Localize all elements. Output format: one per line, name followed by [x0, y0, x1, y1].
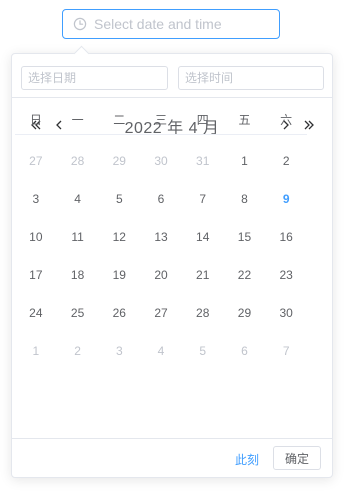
weekday-label: 二 — [113, 113, 126, 127]
calendar-week-row: 17 18 19 20 21 22 23 — [15, 256, 307, 294]
calendar-day[interactable]: 31 — [182, 142, 224, 180]
calendar-day[interactable]: 7 — [182, 180, 224, 218]
calendar-day[interactable]: 30 — [265, 294, 307, 332]
calendar-day[interactable]: 27 — [15, 142, 57, 180]
calendar-day[interactable]: 2 — [57, 332, 99, 370]
calendar-day[interactable]: 10 — [15, 218, 57, 256]
calendar-day[interactable]: 28 — [182, 294, 224, 332]
calendar-day[interactable]: 11 — [57, 218, 99, 256]
calendar-day[interactable]: 20 — [140, 256, 182, 294]
weekday-label: 三 — [155, 113, 168, 127]
calendar-day[interactable]: 18 — [57, 256, 99, 294]
date-input[interactable] — [21, 66, 168, 90]
calendar-day[interactable]: 23 — [265, 256, 307, 294]
now-button[interactable]: 此刻 — [235, 451, 259, 468]
calendar-day[interactable]: 30 — [140, 142, 182, 180]
panel-input-header — [12, 54, 332, 98]
datetime-field[interactable] — [94, 16, 274, 32]
calendar-day[interactable]: 26 — [98, 294, 140, 332]
calendar-day[interactable]: 8 — [224, 180, 266, 218]
calendar-day[interactable]: 19 — [98, 256, 140, 294]
calendar-day[interactable]: 4 — [140, 332, 182, 370]
calendar-week-row: 10 11 12 13 14 15 16 — [15, 218, 307, 256]
calendar-day[interactable]: 12 — [98, 218, 140, 256]
calendar-day[interactable]: 27 — [140, 294, 182, 332]
calendar-day[interactable]: 1 — [224, 142, 266, 180]
calendar-day[interactable]: 2 — [265, 142, 307, 180]
calendar-day[interactable]: 29 — [224, 294, 266, 332]
weekday-label: 日 — [29, 113, 42, 127]
calendar-day[interactable]: 3 — [98, 332, 140, 370]
calendar-week-row: 27 28 29 30 31 1 2 — [15, 142, 307, 180]
calendar-day-today[interactable]: 9 — [265, 180, 307, 218]
calendar-week-row: 24 25 26 27 28 29 30 — [15, 294, 307, 332]
calendar-day[interactable]: 6 — [224, 332, 266, 370]
calendar-day[interactable]: 4 — [57, 180, 99, 218]
confirm-button[interactable]: 确定 — [273, 446, 321, 470]
weekday-label: 六 — [280, 113, 293, 127]
panel-footer: 此刻 确定 — [11, 438, 333, 478]
calendar-day[interactable]: 17 — [15, 256, 57, 294]
calendar-day[interactable]: 5 — [182, 332, 224, 370]
calendar-day[interactable]: 5 — [98, 180, 140, 218]
time-input[interactable] — [178, 66, 324, 90]
calendar-week-row: 3456789 — [15, 180, 307, 218]
calendar-day[interactable]: 25 — [57, 294, 99, 332]
calendar-day[interactable]: 28 — [57, 142, 99, 180]
calendar-week-row: 1234567 — [15, 332, 307, 370]
calendar-day-grid: 27 28 29 30 31 1 2 3 4 5 6 7 8 9 10 11 12 13 14 15 16 17 18 19 2… — [15, 142, 307, 370]
calendar-day[interactable]: 29 — [98, 142, 140, 180]
calendar-day[interactable]: 14 — [182, 218, 224, 256]
calendar-day[interactable]: 13 — [140, 218, 182, 256]
datetime-picker-input[interactable] — [62, 9, 280, 39]
clock-icon — [73, 17, 87, 31]
weekday-label: 一 — [71, 113, 84, 127]
calendar-day[interactable]: 24 — [15, 294, 57, 332]
calendar-day[interactable]: 6 — [140, 180, 182, 218]
calendar-day[interactable]: 15 — [224, 218, 266, 256]
calendar-day[interactable]: 22 — [224, 256, 266, 294]
calendar-day[interactable]: 7 — [265, 332, 307, 370]
calendar-day[interactable]: 1 — [15, 332, 57, 370]
weekday-label: 五 — [238, 113, 251, 127]
weekday-label: 四 — [196, 113, 209, 127]
calendar-day[interactable]: 21 — [182, 256, 224, 294]
weekday-header: 日 一 二 三 四 五 六 — [15, 106, 307, 135]
calendar-day[interactable]: 3 — [15, 180, 57, 218]
calendar-day[interactable]: 16 — [265, 218, 307, 256]
